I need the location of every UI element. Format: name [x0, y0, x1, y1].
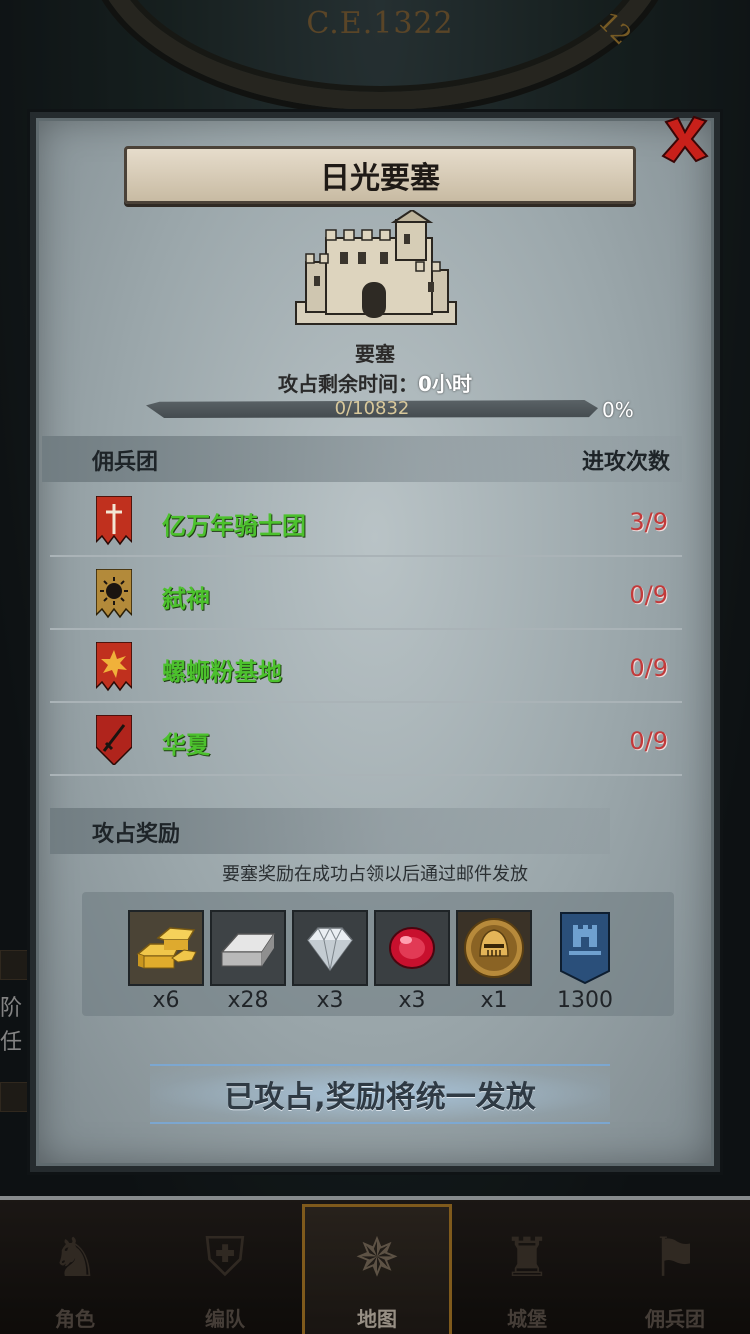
mercenary-name: 螺蛳粉基地 [162, 658, 282, 686]
reward-slot [456, 910, 532, 986]
mercenary-banner-icon [96, 715, 132, 765]
reward-item[interactable]: x1 [456, 910, 532, 1013]
mercenary-attack-count: 0/9 [629, 581, 668, 609]
mercenary-section-header: 佣兵团 进攻次数 [42, 436, 682, 482]
mercenary-attack-count: 3/9 [629, 508, 668, 536]
mercenary-name: 华夏 [162, 731, 210, 759]
ruby-icon [389, 927, 435, 969]
reward-quantity: x6 [152, 988, 180, 1013]
mercenary-banner-icon [96, 642, 132, 692]
claim-status-banner[interactable]: 已攻占,奖励将统一发放 [150, 1064, 610, 1124]
reward-item[interactable]: x3 [292, 910, 368, 1013]
knight-helmet-coin-icon [464, 918, 524, 978]
reward-slot [374, 910, 450, 986]
reward-slot [128, 910, 204, 986]
reward-list: x6 x28 x3 x3 x1 1300 [82, 892, 674, 1016]
mercenary-row[interactable]: 弑神 0/9 [50, 557, 682, 630]
capture-time-label: 攻占剩余时间： [278, 372, 419, 396]
mercenary-header-label: 佣兵团 [92, 450, 159, 475]
gold-bar-icon [136, 927, 197, 969]
mercenary-banner-icon [96, 569, 132, 619]
reward-item[interactable]: x3 [374, 910, 450, 1013]
castle-banner-icon [560, 912, 610, 985]
iron-ingot-icon [220, 933, 276, 967]
mercenary-banner-icon [96, 496, 132, 546]
mercenary-row[interactable]: 螺蛳粉基地 0/9 [50, 630, 682, 703]
capture-time-value: 0小时 [418, 372, 472, 396]
reward-slot [546, 910, 624, 986]
fortress-type-label: 要塞 [355, 342, 395, 366]
reward-quantity: x1 [480, 988, 508, 1013]
capture-time-row: 攻占剩余时间：0小时 [200, 368, 550, 397]
reward-quantity: x28 [227, 988, 269, 1013]
reward-quantity: x3 [316, 988, 344, 1013]
capture-progress-percent: 0% [602, 398, 634, 422]
reward-section-header: 攻占奖励 [50, 808, 610, 854]
reward-slot [292, 910, 368, 986]
mercenary-name: 弑神 [162, 585, 210, 613]
mercenary-row[interactable]: 华夏 0/9 [50, 703, 682, 776]
reward-quantity: 1300 [557, 988, 613, 1013]
reward-item[interactable]: x6 [128, 910, 204, 1013]
attack-count-header-label: 进攻次数 [581, 450, 670, 475]
close-button[interactable] [654, 108, 716, 170]
reward-note: 要塞奖励在成功占领以后通过邮件发放 [222, 864, 528, 885]
mercenary-name: 亿万年骑士团 [162, 512, 306, 540]
diamond-icon [307, 926, 353, 972]
reward-item[interactable]: 1300 [546, 910, 624, 1013]
reward-header-label: 攻占奖励 [92, 822, 181, 847]
close-icon [661, 115, 709, 164]
mercenary-row[interactable]: 亿万年骑士团 3/9 [50, 484, 682, 557]
claim-status-text: 已攻占,奖励将统一发放 [224, 1080, 536, 1115]
reward-slot [210, 910, 286, 986]
dialog-title-banner: 日光要塞 [124, 146, 636, 204]
dialog-title: 日光要塞 [320, 161, 440, 196]
mercenary-attack-count: 0/9 [629, 727, 668, 755]
capture-progress-text: 0/10832 [334, 398, 410, 419]
reward-quantity: x3 [398, 988, 426, 1013]
fortress-icon [295, 210, 457, 325]
reward-item[interactable]: x28 [210, 910, 286, 1013]
mercenary-attack-count: 0/9 [629, 654, 668, 682]
